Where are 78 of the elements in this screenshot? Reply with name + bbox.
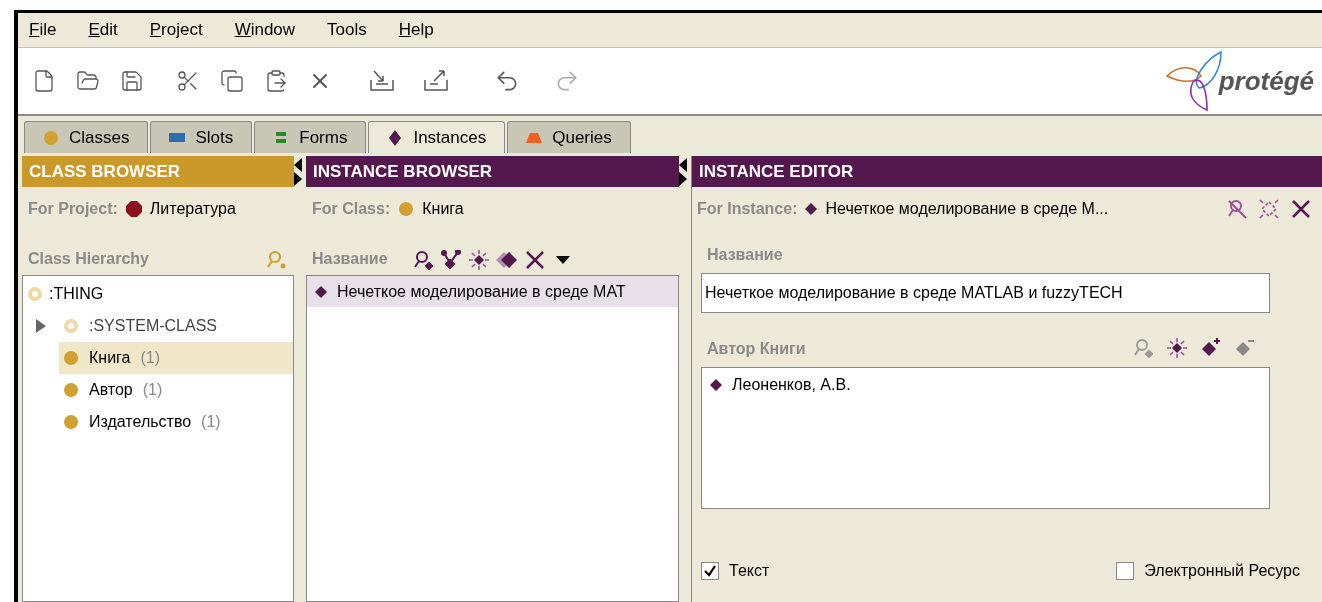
class-icon: [27, 286, 43, 302]
sparkle-icon: [467, 249, 490, 271]
class-icon: [398, 201, 415, 217]
delete-icon: [524, 250, 545, 270]
class-name: Книга: [422, 199, 464, 219]
menu-item[interactable]: Window: [233, 17, 297, 43]
panel-header: INSTANCE EDITOR: [692, 156, 1322, 187]
menu-item[interactable]: File: [28, 17, 58, 43]
instance-icon: [315, 285, 327, 298]
clipboard-icon[interactable]: [264, 69, 288, 93]
field-label: Название: [707, 245, 784, 265]
field-label: For Instance:: [697, 199, 798, 219]
logo-text: protégé: [1218, 64, 1314, 98]
tree-item[interactable]: Издательство (1): [59, 406, 293, 438]
tree-label: Книга: [89, 348, 131, 368]
tree-item[interactable]: Автор (1): [59, 374, 293, 406]
tree-item[interactable]: :THING: [23, 278, 293, 310]
checkbox[interactable]: [701, 562, 719, 580]
field-label: For Class:: [312, 199, 391, 219]
field-label: Автор Книги: [707, 339, 806, 359]
menu-item[interactable]: Help: [397, 17, 435, 43]
close-icon: [1291, 199, 1311, 219]
class-icon: [63, 414, 79, 430]
tree-item[interactable]: Книга (1): [59, 342, 293, 374]
panel-header: CLASS BROWSER: [22, 156, 294, 187]
search-icon: [412, 250, 433, 270]
open-folder-icon[interactable]: [76, 69, 100, 93]
remove-diamond-icon: [1234, 337, 1256, 359]
instance-item[interactable]: Нечеткое моделирование в среде MAT: [307, 276, 678, 307]
menu-item[interactable]: Tools: [326, 17, 368, 43]
create-author-button[interactable]: [1164, 335, 1190, 361]
project-icon: [125, 201, 142, 217]
caret-icon: [555, 256, 570, 264]
search-icon: [1133, 338, 1153, 358]
project-name: Литература: [149, 199, 236, 219]
tree-label: Автор: [89, 380, 133, 400]
column-label: Название: [312, 249, 388, 269]
instance-icon: [710, 379, 722, 391]
class-icon: [63, 350, 79, 366]
dashed-diamond-icon: [1258, 198, 1280, 220]
tree-label: :SYSTEM-CLASS: [89, 316, 218, 336]
sparkle-icon: [1166, 337, 1188, 359]
tree-label: :THING: [49, 284, 104, 304]
expand-arrow-icon[interactable]: [35, 319, 47, 333]
menu-item[interactable]: Project: [148, 17, 204, 43]
class-icon: [63, 318, 79, 334]
instance-count: (1): [140, 348, 161, 368]
import-icon[interactable]: [368, 68, 396, 94]
tab[interactable]: Forms: [254, 121, 367, 153]
instance-count: (1): [142, 380, 163, 400]
tab[interactable]: Instances: [368, 121, 506, 153]
author-item[interactable]: Леоненков, А.В.: [732, 373, 851, 397]
menu-item[interactable]: Edit: [87, 17, 119, 43]
branch-icon: [440, 250, 461, 270]
copy-icon[interactable]: [220, 69, 244, 93]
save-icon[interactable]: [120, 69, 144, 93]
instance-icon: [805, 203, 818, 215]
class-icon: [63, 382, 79, 398]
checkbox[interactable]: [1116, 562, 1135, 580]
tree-item[interactable]: :SYSTEM-CLASS: [59, 310, 293, 342]
checkbox-label: Текст: [729, 561, 770, 581]
diamond-icon: [495, 251, 518, 269]
field-label: For Project:: [28, 199, 118, 219]
tab[interactable]: Slots: [150, 121, 253, 153]
tree-label: Издательство: [89, 412, 192, 432]
tab[interactable]: Queries: [507, 121, 631, 153]
instance-label: Нечеткое моделирование в среде MAT: [337, 281, 626, 302]
new-file-icon[interactable]: [32, 69, 56, 93]
section-label: Class Hierarchy: [28, 249, 149, 269]
name-field[interactable]: Нечеткое моделирование в среде MATLAB и fuzzyTECH: [701, 273, 1270, 313]
export-icon[interactable]: [422, 68, 450, 94]
tab[interactable]: Classes: [24, 121, 149, 153]
crossed-search-icon: [1226, 198, 1248, 220]
instance-name: Нечеткое моделирование в среде M...: [825, 199, 1109, 219]
panel-header: INSTANCE BROWSER: [306, 156, 679, 187]
instance-count: (1): [201, 412, 221, 432]
checkbox-label: Электронный Ресурс: [1144, 561, 1300, 581]
add-diamond-icon: [1200, 337, 1222, 359]
